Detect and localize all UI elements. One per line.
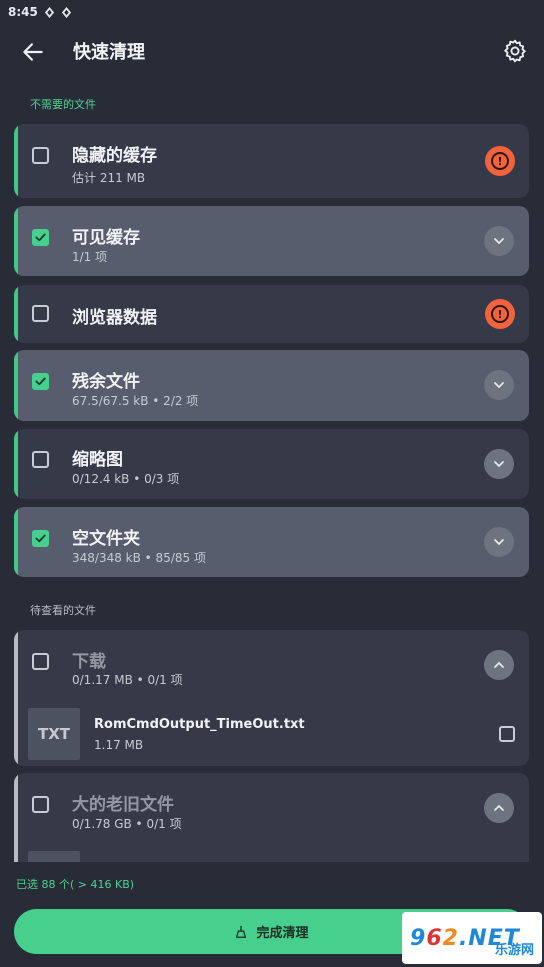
file-size: 1.17 MB (94, 738, 144, 752)
item-checkbox[interactable] (32, 305, 49, 322)
collapse-button[interactable] (484, 793, 514, 823)
item-checkbox[interactable] (32, 451, 49, 468)
group-subtitle: 0/1.17 MB • 0/1 项 (72, 673, 183, 687)
item-title: 隐藏的缓存 (72, 146, 157, 166)
site-watermark-logo: 962.NET 乐游网 (402, 912, 542, 964)
cleanup-item-hidden-cache[interactable]: 隐藏的缓存 估计 211 MB ! (14, 124, 529, 198)
warning-icon[interactable]: ! (485, 146, 515, 176)
expand-button[interactable] (484, 449, 514, 479)
item-checkbox-checked[interactable] (32, 530, 49, 547)
item-subtitle: 估计 211 MB (72, 171, 146, 185)
item-subtitle: 0/12.4 kB • 0/3 项 (72, 472, 180, 486)
notification-icon-2 (61, 6, 71, 18)
expand-button[interactable] (484, 226, 514, 256)
review-group-downloads[interactable]: 下载 0/1.17 MB • 0/1 项 TXT RomCmdOutput_Ti… (14, 630, 529, 766)
chevron-down-icon (494, 382, 504, 388)
selection-summary: 已选 88 个( > 416 KB) (16, 878, 135, 891)
item-title: 可见缓存 (72, 228, 140, 248)
accent-bar (14, 507, 18, 577)
page-title: 快速清理 (73, 42, 145, 63)
cleanup-item-residual-files[interactable]: 残余文件 67.5/67.5 kB • 2/2 项 (14, 350, 529, 421)
cleanup-item-browser-data[interactable]: 浏览器数据 ! (14, 285, 529, 343)
item-title: 残余文件 (72, 372, 140, 392)
broom-icon (236, 925, 247, 938)
item-checkbox-checked[interactable] (32, 229, 49, 246)
file-thumbnail: TXT (28, 708, 80, 760)
section-title-review: 待查看的文件 (30, 604, 96, 617)
status-bar: 8:45 (0, 0, 544, 24)
notification-icon (44, 6, 54, 18)
item-title: 浏览器数据 (72, 308, 157, 328)
item-checkbox-checked[interactable] (32, 373, 49, 390)
check-icon (35, 233, 46, 242)
item-subtitle: 348/348 kB • 85/85 项 (72, 551, 206, 565)
accent-bar (14, 285, 18, 343)
chevron-up-icon (494, 662, 504, 668)
collapse-button[interactable] (484, 650, 514, 680)
finish-cleanup-label: 完成清理 (256, 926, 309, 941)
item-subtitle: 1/1 项 (72, 250, 108, 264)
status-time: 8:45 (8, 5, 38, 19)
chevron-down-icon (494, 461, 504, 467)
chevron-down-icon (494, 539, 504, 545)
accent-bar (14, 124, 18, 198)
grey-bar (14, 630, 18, 766)
back-arrow-icon[interactable] (20, 39, 46, 65)
app-bar: 快速清理 (0, 24, 544, 80)
check-icon (35, 534, 46, 543)
file-name: RomCmdOutput_TimeOut.txt (94, 717, 305, 732)
cleanup-item-thumbnails[interactable]: 缩略图 0/12.4 kB • 0/3 项 (14, 429, 529, 499)
chevron-up-icon (494, 805, 504, 811)
accent-bar (14, 429, 18, 499)
cleanup-item-empty-folders[interactable]: 空文件夹 348/348 kB • 85/85 项 (14, 507, 529, 577)
chevron-down-icon (494, 238, 504, 244)
group-checkbox[interactable] (32, 653, 49, 670)
settings-gear-icon[interactable] (502, 38, 528, 64)
accent-bar (14, 350, 18, 421)
item-title: 缩略图 (72, 450, 123, 470)
cleanup-item-visible-cache[interactable]: 可见缓存 1/1 项 (14, 206, 529, 276)
file-checkbox[interactable] (499, 726, 515, 742)
group-subtitle: 0/1.78 GB • 0/1 项 (72, 817, 182, 831)
group-title: 大的老旧文件 (72, 795, 174, 815)
accent-bar (14, 206, 18, 276)
check-icon (35, 377, 46, 386)
group-title: 下载 (72, 652, 106, 672)
expand-button[interactable] (484, 527, 514, 557)
watermark-site: 乐游网 (494, 943, 534, 958)
section-title-unneeded: 不需要的文件 (30, 98, 96, 111)
warning-icon[interactable]: ! (485, 299, 515, 329)
group-checkbox[interactable] (32, 796, 49, 813)
item-title: 空文件夹 (72, 529, 140, 549)
item-checkbox[interactable] (32, 147, 49, 164)
expand-button[interactable] (484, 370, 514, 400)
item-subtitle: 67.5/67.5 kB • 2/2 项 (72, 394, 199, 408)
